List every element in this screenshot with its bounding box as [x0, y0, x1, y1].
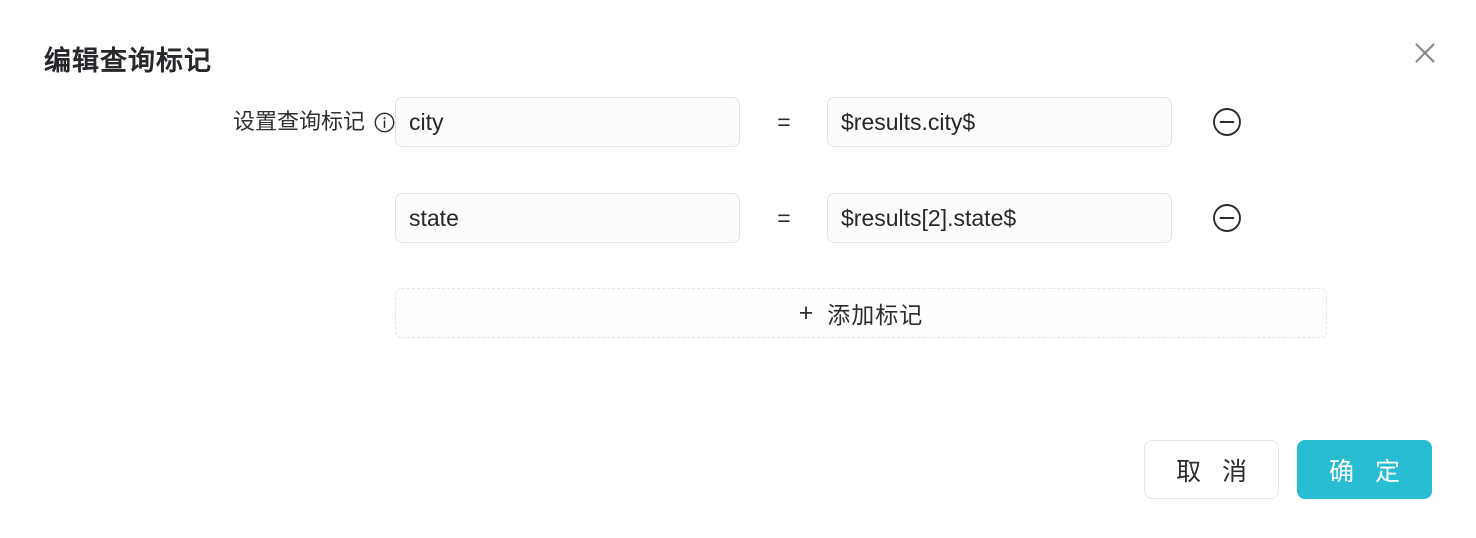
dialog-footer: 取 消 确 定 [1144, 440, 1432, 499]
cancel-button[interactable]: 取 消 [1144, 440, 1280, 499]
dialog-body: 设置查询标记 = [0, 96, 1476, 338]
remove-tag-button[interactable] [1211, 202, 1243, 234]
add-tag-button[interactable]: + 添加标记 [395, 288, 1327, 338]
tag-value-input[interactable] [827, 193, 1172, 243]
tag-key-input[interactable] [395, 193, 740, 243]
dialog-header: 编辑查询标记 [0, 0, 1476, 104]
page-title: 编辑查询标记 [44, 46, 212, 76]
remove-tag-button[interactable] [1211, 106, 1243, 138]
equals-separator: = [777, 109, 791, 135]
minus-circle-icon [1212, 203, 1242, 233]
info-circle-icon[interactable] [374, 112, 395, 133]
equals-separator: = [777, 205, 791, 231]
minus-circle-icon [1212, 107, 1242, 137]
plus-icon: + [798, 298, 815, 327]
form-label: 设置查询标记 [233, 107, 395, 137]
add-tag-label: 添加标记 [827, 302, 924, 328]
confirm-button[interactable]: 确 定 [1297, 440, 1432, 499]
close-button[interactable] [1402, 30, 1448, 76]
add-tag-row: + 添加标记 [0, 288, 1476, 338]
form-label-text: 设置查询标记 [232, 109, 365, 134]
tag-value-input[interactable] [827, 97, 1172, 147]
close-icon [1412, 40, 1438, 66]
tag-row: 设置查询标记 = [0, 192, 1476, 244]
tag-key-input[interactable] [395, 97, 740, 147]
edit-query-tags-dialog: 编辑查询标记 设置查询标记 city = $results.city$ stat… [0, 0, 1476, 538]
tag-row: 设置查询标记 = [0, 96, 1476, 148]
